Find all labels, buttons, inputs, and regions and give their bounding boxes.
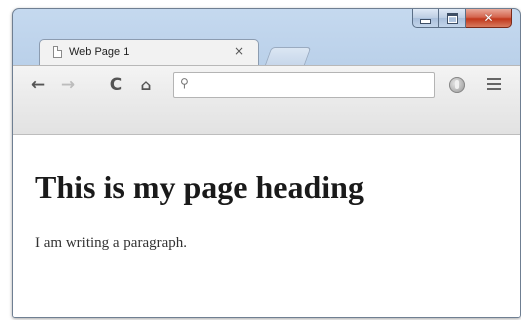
new-tab-button[interactable] — [264, 47, 312, 66]
home-icon[interactable]: ⌂ — [135, 74, 157, 96]
tab-web-page-1[interactable]: Web Page 1 × — [39, 39, 259, 65]
address-bar[interactable]: ⚲ — [173, 72, 435, 98]
page-icon — [53, 46, 62, 58]
reload-icon[interactable]: C — [105, 74, 127, 96]
close-window-button[interactable]: ✕ — [466, 9, 512, 28]
address-input[interactable] — [196, 75, 430, 95]
tab-close-icon[interactable]: × — [234, 44, 244, 58]
tab-strip: Web Page 1 × — [13, 33, 520, 66]
tab-content: Web Page 1 × — [40, 40, 258, 65]
tab-title: Web Page 1 — [69, 46, 130, 58]
maximize-icon — [446, 12, 458, 24]
minimize-button[interactable] — [412, 9, 439, 28]
close-icon: ✕ — [483, 11, 494, 25]
page-heading: This is my page heading — [35, 169, 364, 205]
menu-bar-line — [487, 78, 501, 80]
back-arrow-icon[interactable]: ← — [27, 74, 49, 96]
menu-bar-line — [487, 83, 501, 85]
forward-arrow-icon[interactable]: → — [57, 74, 79, 96]
minimize-icon — [420, 18, 431, 24]
menu-bar-line — [487, 88, 501, 90]
window-caption-buttons: ✕ — [412, 9, 512, 29]
browser-toolbar: ← → C ⌂ ⚲ — [13, 65, 520, 135]
page-content: This is my page heading I am writing a p… — [13, 135, 520, 317]
extension-icon[interactable] — [449, 77, 465, 93]
hamburger-menu-icon[interactable] — [487, 78, 501, 90]
search-icon: ⚲ — [180, 76, 189, 90]
page-paragraph: I am writing a paragraph. — [35, 235, 188, 251]
maximize-button[interactable] — [439, 9, 466, 28]
browser-window: ✕ Web Page 1 × ← → C ⌂ ⚲ This is my page… — [12, 8, 521, 318]
